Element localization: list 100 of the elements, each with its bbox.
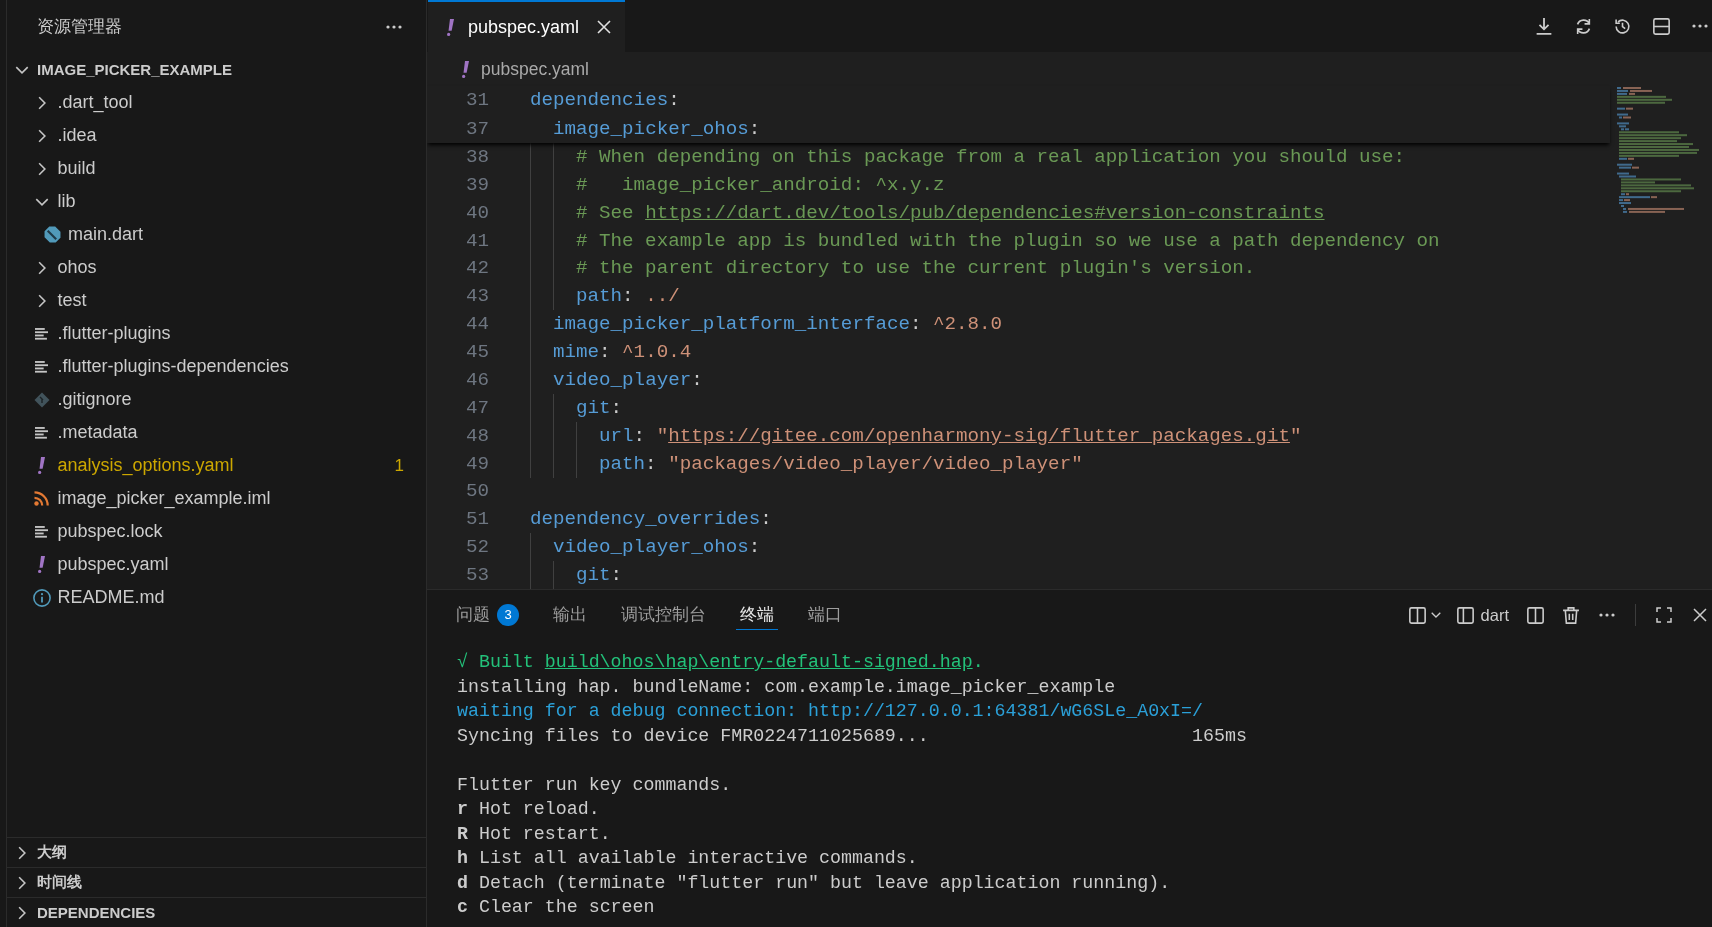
- panel-tab[interactable]: 终端: [736, 600, 778, 630]
- editor-tab[interactable]: pubspec.yaml: [428, 0, 626, 52]
- panel-tab[interactable]: 输出: [549, 600, 591, 630]
- folder-item[interactable]: build: [7, 152, 426, 185]
- terminal-line: installing hap. bundleName: com.example.image_picker_example: [457, 675, 1117, 699]
- project-folder-header[interactable]: IMAGE_PICKER_EXAMPLE: [7, 53, 426, 86]
- section-header[interactable]: 时间线: [7, 867, 426, 897]
- info-icon: [32, 588, 51, 607]
- file-item[interactable]: pubspec.yaml: [7, 548, 426, 581]
- history-icon: [1613, 17, 1631, 35]
- terminal-line: c Clear the screen: [457, 896, 656, 919]
- file-link[interactable]: build\ohos\hap\entry-default-signed.hap: [544, 652, 973, 672]
- split-panel-icon: [1526, 606, 1544, 624]
- more-icon: [1599, 613, 1615, 617]
- duration-text: 165ms: [1192, 725, 1247, 746]
- line-number: 39: [464, 173, 489, 196]
- sidebar-title: 资源管理器: [37, 15, 122, 37]
- terminal-line: Syncing files to device FMR0224711025689...: [457, 725, 929, 746]
- refresh-icon: [1574, 17, 1592, 35]
- terminal-selector-button[interactable]: dart: [1454, 603, 1511, 627]
- exclamation-icon: [38, 556, 45, 573]
- terminal-line: R Hot restart.: [457, 822, 612, 846]
- url-link[interactable]: https://gitee.com/openharmony-sig/flutter_packages.git: [668, 424, 1290, 447]
- split-panel-icon: [1408, 606, 1426, 624]
- folder-item[interactable]: ohos: [7, 251, 426, 284]
- line-number: 37: [464, 117, 489, 140]
- code-line: # See https://dart.dev/tools/pub/dependencies#version-constraints: [576, 201, 1325, 224]
- code-line: image_picker_platform_interface: ^2.8.0: [553, 313, 1003, 336]
- code-line: dependency_overrides:: [530, 508, 772, 531]
- lines-icon: [35, 360, 48, 373]
- url-link[interactable]: https://dart.dev/tools/pub/dependencies#version-constraints: [645, 201, 1325, 224]
- close-icon: [597, 20, 612, 34]
- breadcrumb-item[interactable]: pubspec.yaml: [462, 58, 589, 80]
- terminal-line: d Detach (terminate "flutter run" but leave application running).: [457, 871, 1172, 895]
- folder-item[interactable]: .dart_tool: [7, 86, 426, 119]
- more-icon: [1692, 24, 1708, 28]
- code-line: git:: [576, 564, 623, 587]
- line-number: 43: [464, 285, 489, 308]
- terminal-line: Flutter run key commands.: [457, 773, 733, 797]
- file-item[interactable]: .gitignore: [7, 383, 426, 416]
- terminal-line: h List all available interactive commands.: [457, 847, 919, 870]
- code-line: video_player_ohos:: [553, 536, 761, 559]
- lines-icon: [35, 327, 48, 340]
- line-number: 47: [464, 396, 489, 419]
- line-number: 41: [464, 229, 489, 252]
- code-line: # When depending on this package from a real application you should use:: [576, 145, 1406, 168]
- code-line: video_player:: [553, 368, 703, 391]
- line-number: 53: [464, 564, 489, 587]
- line-number: 46: [464, 368, 489, 391]
- exclamation-icon: [462, 60, 469, 78]
- terminal-line: √ Built build\ohos\hap\entry-default-signed.hap.: [457, 651, 985, 674]
- panel-tab[interactable]: 端口: [804, 600, 846, 630]
- line-number: 45: [464, 341, 489, 364]
- terminal-line: waiting for a debug connection: http://127.0.0.1:64381/wG6SLe_A0xI=/: [457, 700, 1204, 723]
- count-badge: 3: [497, 603, 519, 626]
- file-item[interactable]: main.dart: [7, 218, 426, 251]
- split-editor-icon: [1652, 17, 1670, 35]
- folder-item[interactable]: lib: [7, 185, 426, 218]
- rss-icon: [34, 491, 49, 506]
- code-line: url: "https://gitee.com/openharmony-sig/flutter_packages.git": [599, 424, 1302, 447]
- file-type-icon: [43, 226, 61, 243]
- file-item[interactable]: .flutter-plugins-dependencies: [7, 350, 426, 383]
- file-item[interactable]: pubspec.lock: [7, 515, 426, 548]
- problem-count: 1: [394, 455, 404, 476]
- file-item[interactable]: .metadata: [7, 416, 426, 449]
- diamond-icon: [33, 391, 50, 408]
- code-line: image_picker_ohos:: [553, 117, 761, 140]
- exclamation-icon: [38, 457, 45, 474]
- trash-icon: [1563, 606, 1579, 624]
- line-number: 48: [464, 424, 489, 447]
- section-header[interactable]: 大纲: [7, 837, 426, 867]
- file-item[interactable]: .flutter-plugins: [7, 317, 426, 350]
- maximize-icon: [1656, 607, 1672, 623]
- code-line: # image_picker_android: ^x.y.z: [576, 173, 945, 196]
- code-line: # the parent directory to use the current plugin's version.: [576, 257, 1256, 280]
- more-icon: [386, 24, 402, 29]
- line-number: 44: [464, 313, 489, 336]
- code-line: path: ../: [576, 285, 680, 308]
- close-icon: [1693, 608, 1707, 622]
- line-number: 52: [464, 536, 489, 559]
- line-number: 51: [464, 508, 489, 531]
- section-header[interactable]: DEPENDENCIES: [7, 897, 426, 927]
- caret-icon: [1430, 612, 1441, 618]
- terminal-line: r Hot reload.: [457, 798, 601, 821]
- file-item[interactable]: README.md: [7, 581, 426, 614]
- line-number: 42: [464, 257, 489, 280]
- line-number: 50: [464, 480, 489, 503]
- lines-icon: [35, 426, 48, 439]
- panel-tab[interactable]: 调试控制台: [617, 600, 710, 630]
- download-icon: [1536, 17, 1552, 35]
- split-panel-icon: [1456, 606, 1474, 624]
- panel-tab[interactable]: 问题 3: [452, 600, 523, 630]
- line-number: 49: [464, 452, 489, 475]
- lines-icon: [35, 525, 48, 538]
- code-line: git:: [576, 396, 623, 419]
- folder-item[interactable]: .idea: [7, 119, 426, 152]
- code-line: dependencies:: [530, 89, 680, 112]
- file-item[interactable]: analysis_options.yaml 1: [7, 449, 426, 482]
- folder-item[interactable]: test: [7, 284, 426, 317]
- file-item[interactable]: image_picker_example.iml: [7, 482, 426, 515]
